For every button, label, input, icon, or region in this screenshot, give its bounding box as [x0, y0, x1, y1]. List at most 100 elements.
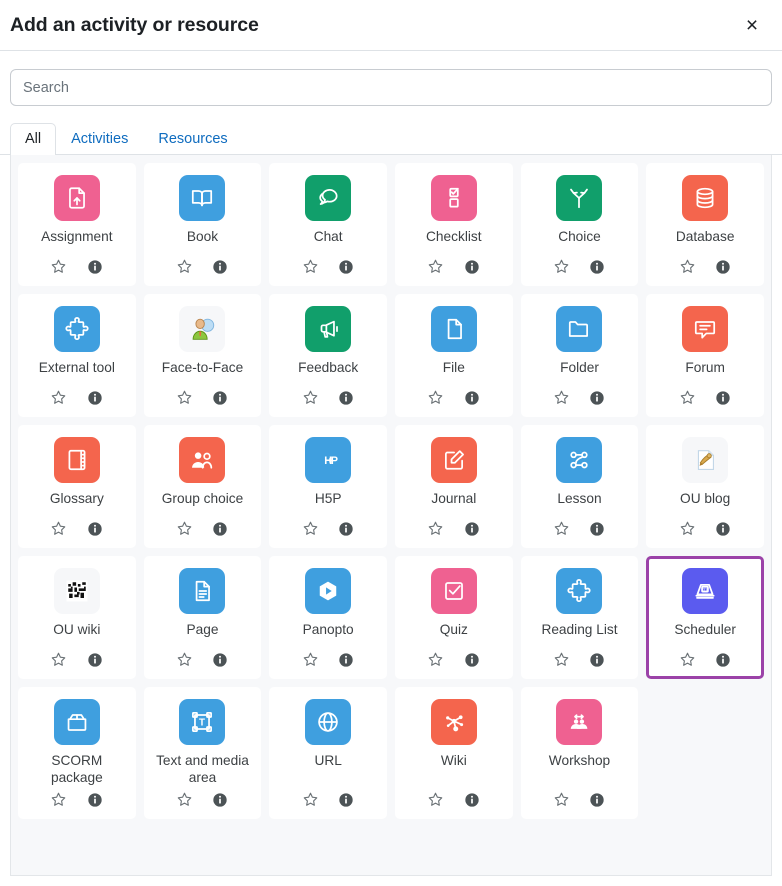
activity-card-assignment[interactable]: Assignment	[18, 163, 136, 286]
activity-card-actions	[175, 388, 230, 407]
star-outline-icon[interactable]	[678, 650, 697, 669]
info-circle-icon[interactable]	[462, 388, 481, 407]
workshop-icon	[556, 699, 603, 745]
star-outline-icon[interactable]	[426, 650, 445, 669]
activity-card-scheduler[interactable]: 31 Scheduler	[646, 556, 764, 679]
info-circle-icon[interactable]	[588, 790, 607, 809]
info-circle-icon[interactable]	[337, 650, 356, 669]
star-outline-icon[interactable]	[175, 257, 194, 276]
info-circle-icon[interactable]	[85, 650, 104, 669]
activity-card-ou-wiki[interactable]: OU wiki	[18, 556, 136, 679]
info-circle-icon[interactable]	[85, 388, 104, 407]
info-circle-icon[interactable]	[462, 257, 481, 276]
activity-card-h5p[interactable]: H P H5P	[269, 425, 387, 548]
activity-card-group-choice[interactable]: Group choice	[143, 425, 262, 548]
info-circle-icon[interactable]	[588, 257, 607, 276]
star-outline-icon[interactable]	[49, 257, 68, 276]
star-outline-icon[interactable]	[552, 388, 571, 407]
star-outline-icon[interactable]	[426, 790, 445, 809]
activity-card-reading-list[interactable]: Reading List	[520, 556, 639, 679]
info-circle-icon[interactable]	[337, 257, 356, 276]
info-circle-icon[interactable]	[85, 519, 104, 538]
info-circle-icon[interactable]	[85, 790, 104, 809]
tab-bar: All Activities Resources	[0, 106, 782, 155]
activity-card-text-and-media-area[interactable]: T Text and media area	[143, 687, 262, 819]
activity-card-chat[interactable]: Chat	[269, 163, 387, 286]
activity-card-glossary[interactable]: Glossary	[18, 425, 136, 548]
activity-card-feedback[interactable]: Feedback	[269, 294, 387, 417]
star-outline-icon[interactable]	[49, 388, 68, 407]
activity-card-wiki[interactable]: Wiki	[394, 687, 513, 819]
activity-card-page[interactable]: Page	[143, 556, 262, 679]
info-circle-icon[interactable]	[337, 790, 356, 809]
tab-resources[interactable]: Resources	[143, 123, 242, 155]
activity-card-forum[interactable]: Forum	[646, 294, 764, 417]
activity-card-file[interactable]: File	[394, 294, 513, 417]
star-outline-icon[interactable]	[301, 790, 320, 809]
info-circle-icon[interactable]	[337, 388, 356, 407]
activity-card-book[interactable]: Book	[143, 163, 262, 286]
activity-card-actions	[49, 790, 104, 809]
star-outline-icon[interactable]	[301, 257, 320, 276]
star-outline-icon[interactable]	[426, 519, 445, 538]
tab-all[interactable]: All	[10, 123, 57, 155]
info-circle-icon[interactable]	[462, 650, 481, 669]
info-circle-icon[interactable]	[588, 388, 607, 407]
info-circle-icon[interactable]	[211, 790, 230, 809]
info-circle-icon[interactable]	[714, 257, 733, 276]
info-circle-icon[interactable]	[337, 519, 356, 538]
activity-card-choice[interactable]: Choice	[520, 163, 639, 286]
star-outline-icon[interactable]	[49, 650, 68, 669]
star-outline-icon[interactable]	[175, 650, 194, 669]
tab-activities[interactable]: Activities	[56, 123, 143, 155]
info-circle-icon[interactable]	[462, 519, 481, 538]
activity-card-url[interactable]: URL	[269, 687, 387, 819]
activity-card-ou-blog[interactable]: OU blog	[646, 425, 764, 548]
activity-card-panopto[interactable]: Panopto	[269, 556, 387, 679]
info-circle-icon[interactable]	[588, 519, 607, 538]
star-outline-icon[interactable]	[175, 519, 194, 538]
activity-grid: Assignment Book Chat Checklist Choice Databas…	[18, 163, 764, 819]
star-outline-icon[interactable]	[552, 790, 571, 809]
info-circle-icon[interactable]	[85, 257, 104, 276]
star-outline-icon[interactable]	[175, 388, 194, 407]
activity-card-checklist[interactable]: Checklist	[394, 163, 513, 286]
star-outline-icon[interactable]	[49, 790, 68, 809]
info-circle-icon[interactable]	[211, 388, 230, 407]
info-circle-icon[interactable]	[211, 257, 230, 276]
star-outline-icon[interactable]	[426, 257, 445, 276]
activity-card-scorm-package[interactable]: SCORM package	[18, 687, 136, 819]
info-circle-icon[interactable]	[211, 519, 230, 538]
checklist-icon	[430, 175, 477, 221]
info-circle-icon[interactable]	[714, 388, 733, 407]
info-circle-icon[interactable]	[714, 650, 733, 669]
star-outline-icon[interactable]	[301, 388, 320, 407]
activity-card-lesson[interactable]: Lesson	[520, 425, 639, 548]
info-circle-icon[interactable]	[211, 650, 230, 669]
activity-card-workshop[interactable]: Workshop	[520, 687, 639, 819]
star-outline-icon[interactable]	[175, 790, 194, 809]
ou-wiki-icon	[53, 568, 100, 614]
info-circle-icon[interactable]	[588, 650, 607, 669]
activity-card-journal[interactable]: Journal	[394, 425, 513, 548]
star-outline-icon[interactable]	[552, 519, 571, 538]
activity-card-face-to-face[interactable]: Face-to-Face	[143, 294, 262, 417]
activity-card-database[interactable]: Database	[646, 163, 764, 286]
activity-card-folder[interactable]: Folder	[520, 294, 639, 417]
star-outline-icon[interactable]	[552, 650, 571, 669]
star-outline-icon[interactable]	[552, 257, 571, 276]
forum-icon	[682, 306, 729, 352]
star-outline-icon[interactable]	[301, 519, 320, 538]
info-circle-icon[interactable]	[714, 519, 733, 538]
star-outline-icon[interactable]	[678, 388, 697, 407]
star-outline-icon[interactable]	[678, 257, 697, 276]
star-outline-icon[interactable]	[678, 519, 697, 538]
star-outline-icon[interactable]	[426, 388, 445, 407]
activity-card-external-tool[interactable]: External tool	[18, 294, 136, 417]
close-icon[interactable]: ×	[739, 12, 765, 38]
info-circle-icon[interactable]	[462, 790, 481, 809]
activity-card-quiz[interactable]: Quiz	[394, 556, 513, 679]
star-outline-icon[interactable]	[301, 650, 320, 669]
search-input[interactable]	[10, 69, 772, 106]
star-outline-icon[interactable]	[49, 519, 68, 538]
